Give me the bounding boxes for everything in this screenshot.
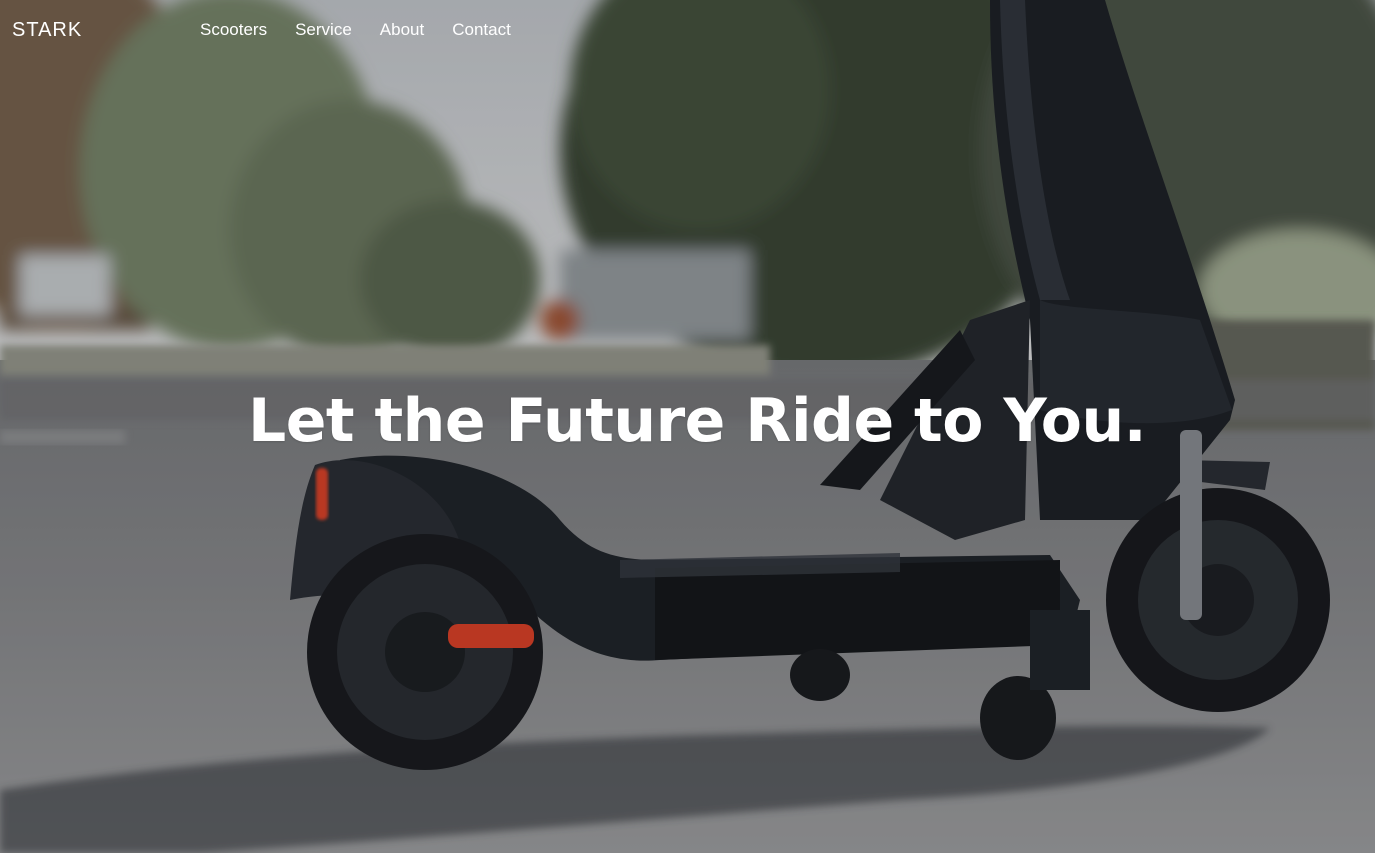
top-navigation: STARK Scooters Service About Contact [0, 0, 1375, 60]
nav-links: Scooters Service About Contact [200, 19, 539, 41]
nav-item-service: Service [295, 19, 352, 41]
nav-item-scooters: Scooters [200, 19, 267, 41]
nav-link-scooters[interactable]: Scooters [200, 19, 267, 41]
hero-headline: Let the Future Ride to You. [248, 386, 1147, 456]
brand-logo[interactable]: STARK [12, 17, 82, 43]
nav-link-contact[interactable]: Contact [452, 19, 511, 41]
nav-link-service[interactable]: Service [295, 19, 352, 41]
hero-section: STARK Scooters Service About Contact Let… [0, 0, 1375, 853]
nav-link-about[interactable]: About [380, 19, 424, 41]
nav-item-contact: Contact [452, 19, 511, 41]
nav-item-about: About [380, 19, 424, 41]
